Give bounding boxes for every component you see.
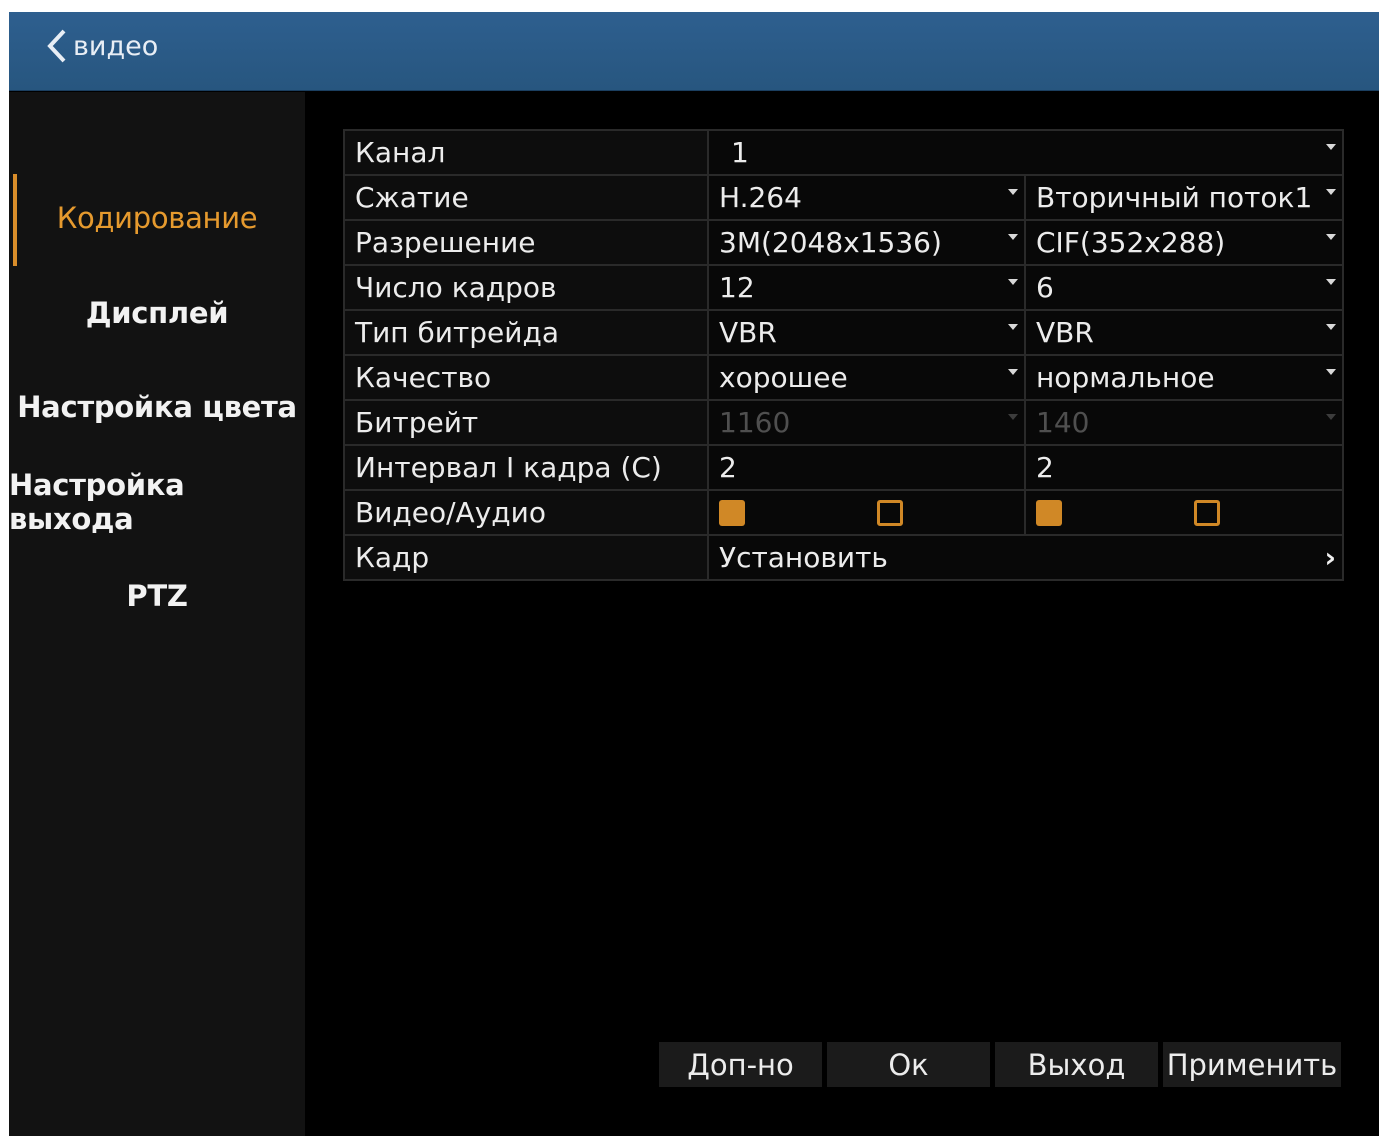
row-resolution: Разрешение 3M(2048x1536) CIF(352x288) xyxy=(343,219,1344,266)
chevron-left-icon xyxy=(47,29,66,63)
sidebar-item-label: PTZ xyxy=(126,579,188,613)
row-label: Канал xyxy=(343,129,709,176)
video-settings-window: видео Кодирование Дисплей Настройка цвет… xyxy=(9,12,1379,1136)
extra-button[interactable]: Доп-но xyxy=(659,1042,822,1087)
sidebar-item-label: Кодирование xyxy=(56,201,258,235)
iframe-interval-main-input[interactable]: 2 xyxy=(707,444,1026,491)
video-audio-sub xyxy=(1024,489,1344,536)
resolution-sub-select[interactable]: CIF(352x288) xyxy=(1024,219,1344,266)
chevron-right-icon: › xyxy=(1324,541,1336,574)
dropdown-arrow-icon xyxy=(1326,188,1336,195)
row-frame: Кадр Установить › xyxy=(343,534,1344,581)
framerate-main-select[interactable]: 12 xyxy=(707,264,1026,311)
dropdown-arrow-icon xyxy=(1008,368,1018,375)
channel-select[interactable]: 1 xyxy=(707,129,1344,176)
sidebar-item-label: Дисплей xyxy=(85,296,229,330)
encoding-settings-table: Канал 1 Сжатие H.264 Вторичный поток1 Ра… xyxy=(343,129,1344,581)
bitrate-main-value: 1160 xyxy=(719,406,791,439)
sidebar-item-output[interactable]: Настройка выхода xyxy=(9,468,305,536)
row-label: Разрешение xyxy=(343,219,709,266)
row-video-audio: Видео/Аудио xyxy=(343,489,1344,536)
resolution-main-select[interactable]: 3M(2048x1536) xyxy=(707,219,1026,266)
resolution-sub-value: CIF(352x288) xyxy=(1036,226,1226,259)
main-audio-checkbox[interactable] xyxy=(877,499,903,526)
row-channel: Канал 1 xyxy=(343,129,1344,176)
iframe-interval-main-value: 2 xyxy=(719,451,737,484)
row-label: Видео/Аудио xyxy=(343,489,709,536)
dropdown-arrow-icon xyxy=(1008,278,1018,285)
sidebar-item-display[interactable]: Дисплей xyxy=(9,283,305,343)
window-title: видео xyxy=(73,30,159,62)
compression-sub-select[interactable]: Вторичный поток1 xyxy=(1024,174,1344,221)
bitrate-type-sub-select[interactable]: VBR xyxy=(1024,309,1344,356)
row-label: Битрейт xyxy=(343,399,709,446)
row-bitrate: Битрейт 1160 140 xyxy=(343,399,1344,446)
dropdown-arrow-icon xyxy=(1008,413,1018,420)
quality-main-value: хорошее xyxy=(719,361,848,394)
dropdown-arrow-icon xyxy=(1326,323,1336,330)
row-iframe-interval: Интервал I кадра (C) 2 2 xyxy=(343,444,1344,491)
row-label: Число кадров xyxy=(343,264,709,311)
video-audio-main xyxy=(707,489,1026,536)
bitrate-type-main-value: VBR xyxy=(719,316,777,349)
bitrate-type-main-select[interactable]: VBR xyxy=(707,309,1026,356)
resolution-main-value: 3M(2048x1536) xyxy=(719,226,942,259)
compression-main-select[interactable]: H.264 xyxy=(707,174,1026,221)
dropdown-arrow-icon xyxy=(1008,323,1018,330)
compression-sub-value: Вторичный поток1 xyxy=(1036,181,1313,214)
quality-sub-value: нормальное xyxy=(1036,361,1215,394)
dropdown-arrow-icon xyxy=(1326,233,1336,240)
row-label: Сжатие xyxy=(343,174,709,221)
frame-setup-link[interactable]: Установить › xyxy=(707,534,1344,581)
sidebar-item-label: Настройка выхода xyxy=(9,468,185,536)
row-label: Интервал I кадра (C) xyxy=(343,444,709,491)
sidebar-item-color[interactable]: Настройка цвета xyxy=(9,377,305,437)
iframe-interval-sub-value: 2 xyxy=(1036,451,1054,484)
sidebar-item-encoding[interactable]: Кодирование xyxy=(9,188,305,248)
dropdown-arrow-icon xyxy=(1008,188,1018,195)
exit-button[interactable]: Выход xyxy=(995,1042,1158,1087)
iframe-interval-sub-input[interactable]: 2 xyxy=(1024,444,1344,491)
ok-button[interactable]: Ок xyxy=(827,1042,990,1087)
dropdown-arrow-icon xyxy=(1326,368,1336,375)
dropdown-arrow-icon xyxy=(1326,143,1336,150)
row-label: Тип битрейда xyxy=(343,309,709,356)
sidebar: Кодирование Дисплей Настройка цвета Наст… xyxy=(9,92,305,1136)
dropdown-arrow-icon xyxy=(1326,413,1336,420)
bitrate-sub-select: 140 xyxy=(1024,399,1344,446)
row-compression: Сжатие H.264 Вторичный поток1 xyxy=(343,174,1344,221)
dropdown-arrow-icon xyxy=(1008,233,1018,240)
dropdown-arrow-icon xyxy=(1326,278,1336,285)
framerate-sub-value: 6 xyxy=(1036,271,1054,304)
bitrate-type-sub-value: VBR xyxy=(1036,316,1094,349)
sub-video-checkbox[interactable] xyxy=(1036,499,1062,526)
title-bar: видео xyxy=(9,12,1379,91)
row-quality: Качество хорошее нормальное xyxy=(343,354,1344,401)
frame-setup-value: Установить xyxy=(719,541,888,574)
sub-audio-checkbox[interactable] xyxy=(1194,499,1220,526)
quality-main-select[interactable]: хорошее xyxy=(707,354,1026,401)
bitrate-sub-value: 140 xyxy=(1036,406,1090,439)
quality-sub-select[interactable]: нормальное xyxy=(1024,354,1344,401)
channel-value: 1 xyxy=(731,136,749,169)
apply-button[interactable]: Применить xyxy=(1163,1042,1341,1087)
framerate-main-value: 12 xyxy=(719,271,755,304)
compression-main-value: H.264 xyxy=(719,181,802,214)
main-video-checkbox[interactable] xyxy=(719,499,745,526)
back-button[interactable]: видео xyxy=(45,26,158,66)
row-framerate: Число кадров 12 6 xyxy=(343,264,1344,311)
sidebar-item-ptz[interactable]: PTZ xyxy=(9,566,305,626)
row-label: Качество xyxy=(343,354,709,401)
row-label: Кадр xyxy=(343,534,709,581)
bitrate-main-select: 1160 xyxy=(707,399,1026,446)
row-bitrate-type: Тип битрейда VBR VBR xyxy=(343,309,1344,356)
sidebar-item-label: Настройка цвета xyxy=(17,390,297,424)
framerate-sub-select[interactable]: 6 xyxy=(1024,264,1344,311)
